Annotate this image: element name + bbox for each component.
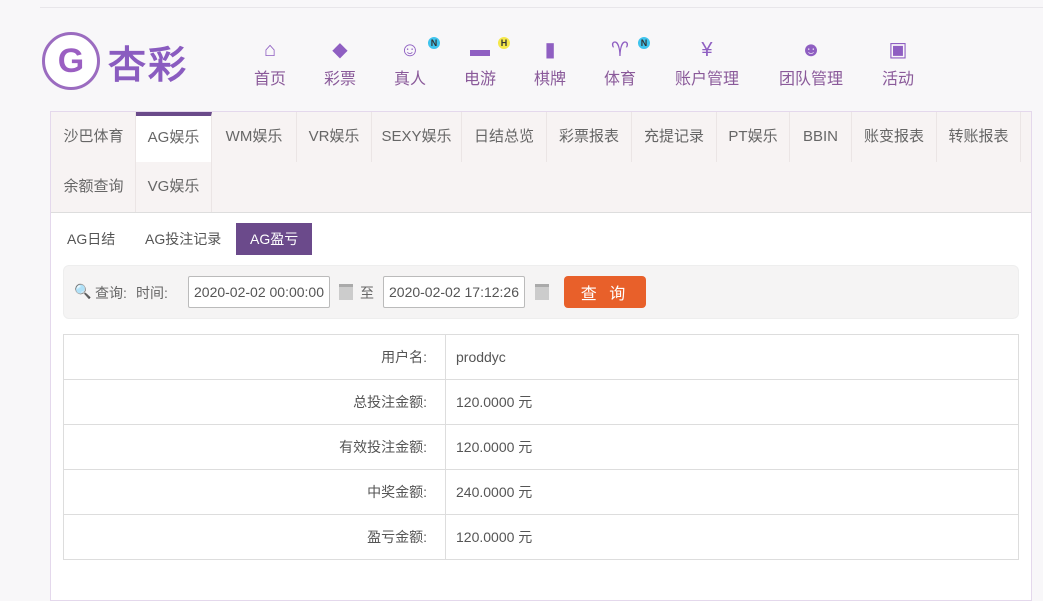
tab-9[interactable]: BBIN bbox=[790, 112, 852, 162]
nav-label: 活动 bbox=[881, 71, 915, 88]
to-label: 至 bbox=[360, 285, 374, 301]
time-label: 时间: bbox=[136, 285, 168, 301]
subtab-0[interactable]: AG日结 bbox=[55, 223, 127, 255]
nav-item-0[interactable]: ⌂ 首页 bbox=[254, 38, 286, 89]
nav-badge: H bbox=[498, 37, 511, 49]
nav-item-3[interactable]: ▬ H 电游 bbox=[463, 37, 511, 89]
nav-badge: N bbox=[428, 37, 441, 49]
report-panel: 沙巴体育 AG娱乐 WM娱乐 VR娱乐 SEXY娱乐 日结总览 彩票报表 充提记录 PT娱乐 BB… bbox=[50, 111, 1032, 601]
cards-icon: ▮ bbox=[544, 39, 556, 61]
tab-5[interactable]: 日结总览 bbox=[462, 112, 547, 162]
row-label: 中奖金额: bbox=[63, 469, 446, 515]
row-value: 240.0000 元 bbox=[445, 469, 1019, 515]
tab-10[interactable]: 账变报表 bbox=[852, 112, 937, 162]
table-row: 总投注金额: 120.0000 元 bbox=[63, 379, 1019, 425]
row-value: proddyc bbox=[445, 334, 1019, 380]
end-time-input[interactable] bbox=[383, 276, 525, 308]
calendar-icon[interactable] bbox=[339, 284, 353, 300]
ticket-icon: ◆ bbox=[332, 39, 348, 61]
logo-mark-icon: G bbox=[42, 32, 100, 90]
live-dealer-icon: ☺ N bbox=[394, 37, 441, 62]
row-label: 总投注金额: bbox=[63, 379, 446, 425]
row-value: 120.0000 元 bbox=[445, 379, 1019, 425]
gamepad-icon: ▬ H bbox=[464, 37, 511, 62]
gift-icon: ▣ bbox=[888, 39, 908, 61]
nav-label: 真人 bbox=[393, 71, 427, 88]
table-row: 盈亏金额: 120.0000 元 bbox=[63, 514, 1019, 560]
nav-label: 棋牌 bbox=[533, 71, 567, 88]
nav-item-1[interactable]: ◆ 彩票 bbox=[324, 38, 356, 89]
subtab-2[interactable]: AG盈亏 bbox=[236, 223, 313, 255]
tab-8[interactable]: PT娱乐 bbox=[717, 112, 790, 162]
nav-label: 电游 bbox=[463, 71, 497, 88]
tab-12[interactable]: 余额查询 bbox=[52, 162, 136, 212]
nav-item-7[interactable]: ☻ 团队管理 bbox=[779, 38, 843, 89]
tab-1[interactable]: AG娱乐 bbox=[136, 112, 212, 162]
tab-6[interactable]: 彩票报表 bbox=[547, 112, 632, 162]
logo[interactable]: G 杏彩 bbox=[42, 32, 188, 90]
calendar-icon[interactable] bbox=[535, 284, 549, 300]
row-value: 120.0000 元 bbox=[445, 514, 1019, 560]
nav-badge: N bbox=[638, 37, 651, 49]
nav-item-8[interactable]: ▣ 活动 bbox=[882, 38, 914, 89]
table-row: 中奖金额: 240.0000 元 bbox=[63, 469, 1019, 515]
trophy-icon: ♈ N bbox=[604, 37, 651, 62]
row-value: 120.0000 元 bbox=[445, 424, 1019, 470]
tab-0[interactable]: 沙巴体育 bbox=[52, 112, 136, 162]
nav-item-4[interactable]: ▮ 棋牌 bbox=[534, 38, 566, 89]
query-bar: 🔍 查询: 时间: 至 查 询 bbox=[63, 265, 1019, 319]
subtab-1[interactable]: AG投注记录 bbox=[133, 223, 233, 255]
nav-label: 团队管理 bbox=[778, 71, 844, 88]
top-divider bbox=[40, 7, 1043, 8]
nav-label: 首页 bbox=[253, 71, 287, 88]
nav-item-2[interactable]: ☺ N 真人 bbox=[393, 37, 441, 89]
table-row: 有效投注金额: 120.0000 元 bbox=[63, 424, 1019, 470]
table-row: 用户名: proddyc bbox=[63, 334, 1019, 380]
tab-3[interactable]: VR娱乐 bbox=[297, 112, 372, 162]
row-label: 用户名: bbox=[63, 334, 446, 380]
team-icon: ☻ bbox=[800, 39, 822, 61]
report-tabs: 沙巴体育 AG娱乐 WM娱乐 VR娱乐 SEXY娱乐 日结总览 彩票报表 充提记录 PT娱乐 BB… bbox=[51, 112, 1031, 213]
nav-item-5[interactable]: ♈ N 体育 bbox=[603, 37, 651, 89]
nav-item-6[interactable]: ¥ 账户管理 bbox=[675, 38, 739, 89]
query-button[interactable]: 查 询 bbox=[564, 276, 646, 308]
tab-7[interactable]: 充提记录 bbox=[632, 112, 717, 162]
query-label: 查询: bbox=[95, 285, 127, 301]
search-icon: 🔍 bbox=[74, 283, 92, 299]
tab-4[interactable]: SEXY娱乐 bbox=[372, 112, 462, 162]
tab-11[interactable]: 转账报表 bbox=[937, 112, 1021, 162]
home-icon: ⌂ bbox=[263, 39, 277, 61]
nav-label: 体育 bbox=[603, 71, 637, 88]
start-time-input[interactable] bbox=[188, 276, 330, 308]
tab-13[interactable]: VG娱乐 bbox=[136, 162, 212, 212]
nav-label: 彩票 bbox=[323, 71, 357, 88]
nav-label: 账户管理 bbox=[674, 71, 740, 88]
logo-text: 杏彩 bbox=[108, 44, 189, 87]
tab-2[interactable]: WM娱乐 bbox=[212, 112, 297, 162]
summary-table: 用户名: proddyc 总投注金额: 120.0000 元有效投注金额: 120.00… bbox=[63, 334, 1019, 560]
yen-coin-icon: ¥ bbox=[701, 39, 713, 61]
row-label: 有效投注金额: bbox=[63, 424, 446, 470]
row-label: 盈亏金额: bbox=[63, 514, 446, 560]
